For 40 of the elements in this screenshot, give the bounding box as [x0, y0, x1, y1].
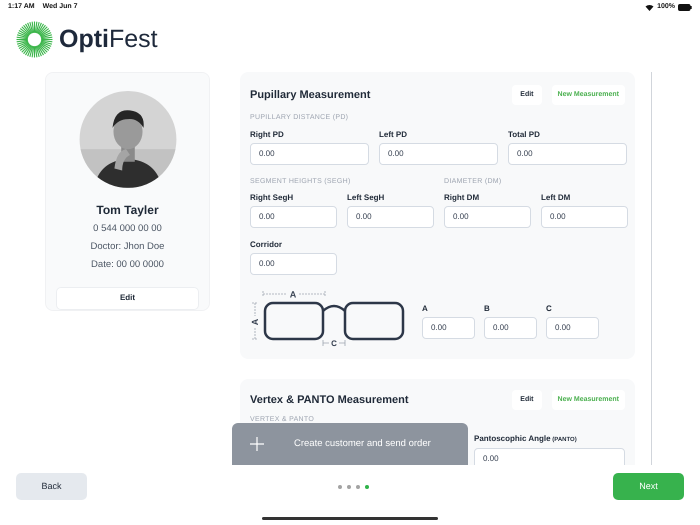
- customer-phone: 0 544 000 00 00: [93, 222, 162, 236]
- back-button[interactable]: Back: [16, 473, 87, 500]
- date-text: Date: 00 00 0000: [91, 258, 164, 272]
- field-label: Total PD: [508, 130, 541, 140]
- field-label: Left DM: [541, 193, 572, 203]
- dimension-label: C: [322, 339, 346, 347]
- input-field[interactable]: 0.00: [474, 448, 625, 465]
- section-title: Pupillary Measurement: [250, 88, 370, 103]
- field-label: B: [484, 304, 491, 314]
- input-field[interactable]: 0.00: [508, 142, 627, 164]
- battery-icon: [678, 4, 692, 10]
- input-field[interactable]: 0.00: [379, 142, 498, 164]
- input-field[interactable]: 0.00: [541, 206, 628, 228]
- doctor-text: Doctor: Jhon Doe: [90, 240, 164, 254]
- input-field[interactable]: 0.00: [250, 142, 369, 164]
- field-label: Right PD: [250, 130, 285, 140]
- logo-icon: [16, 21, 53, 58]
- dimension-label: A: [262, 290, 326, 300]
- input-field[interactable]: 0.00: [546, 317, 599, 339]
- field-label: Corridor: [250, 240, 283, 250]
- input-field[interactable]: 0.00: [250, 206, 337, 228]
- customer-name: Tom Tayler: [96, 202, 159, 219]
- field-label: Right DM: [444, 193, 480, 203]
- input-field[interactable]: 0.00: [347, 206, 434, 228]
- input-field[interactable]: 0.00: [484, 317, 537, 339]
- field-label: Left SegH: [347, 193, 386, 203]
- section-title: Vertex & PANTO Measurement: [250, 392, 409, 408]
- dimension-label: A: [250, 302, 260, 340]
- field-label: Right SegH: [250, 193, 294, 203]
- plus-icon: [250, 437, 264, 451]
- toast-text: Create customer and send order: [294, 436, 431, 451]
- field-label: A: [422, 304, 429, 314]
- field-label: C: [546, 304, 553, 314]
- logo-text: OptiFest: [59, 24, 158, 55]
- input-field[interactable]: 0.00: [444, 206, 531, 228]
- edit-button[interactable]: Edit: [56, 286, 199, 310]
- input-field[interactable]: 0.00: [250, 253, 337, 275]
- field-label: Left PD: [379, 130, 408, 140]
- input-field[interactable]: 0.00: [422, 317, 475, 339]
- wifi-icon: [645, 4, 654, 10]
